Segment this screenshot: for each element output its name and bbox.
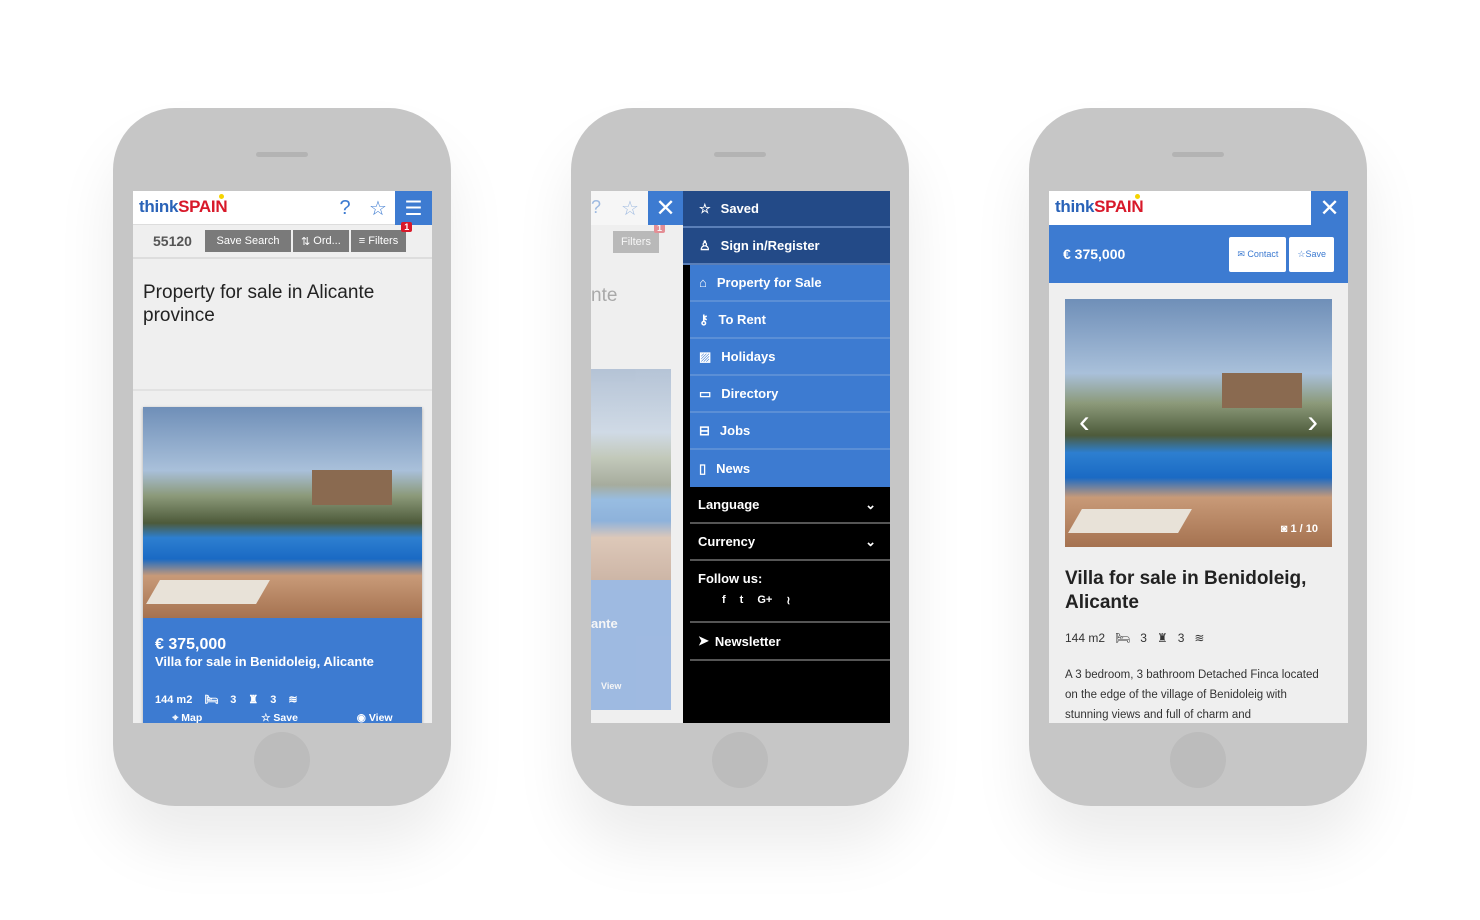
chevron-down-icon: ⌄ — [865, 496, 876, 512]
speaker — [256, 152, 308, 157]
folder-icon: ▭ — [699, 385, 712, 401]
menu-item-sign-in[interactable]: ♙ Sign in/Register — [683, 228, 890, 265]
star-icon: ☆ — [1297, 248, 1306, 259]
filters-button: Filters 1 — [613, 223, 665, 253]
phone-menu: ? ☆ Filters 1 nte ante View ✕ ☆ Saved ♙ Sign… — [571, 108, 909, 806]
eye-icon: ◉ — [356, 712, 369, 723]
nav-menu: ☆ Saved ♙ Sign in/Register ⌂ Property for S… — [683, 191, 890, 723]
menu-item-news[interactable]: ▯ News — [690, 450, 890, 487]
follow-us: Follow us: f t G+ ≀ — [690, 561, 890, 623]
contact-button[interactable]: ✉ Contact — [1229, 236, 1287, 272]
currency-dropdown[interactable]: Currency ⌄ — [690, 524, 890, 561]
page-title: Property for sale in Alicante province — [133, 259, 432, 391]
filters-badge: 1 — [401, 222, 413, 232]
view-button[interactable]: ◉ View — [357, 712, 393, 723]
key-icon: ⚷ — [699, 311, 709, 327]
menu-item-property-for-sale[interactable]: ⌂ Property for Sale — [690, 265, 890, 302]
result-count: 55120 — [153, 233, 192, 249]
sliders-icon: ≡ — [358, 235, 369, 247]
help-icon[interactable]: ? — [328, 191, 362, 225]
bath-icon: ♜ — [1156, 631, 1168, 645]
menu-item-directory[interactable]: ▭ Directory — [690, 376, 890, 413]
card-price: € 375,000 — [155, 636, 227, 653]
menu-item-saved[interactable]: ☆ Saved — [683, 191, 890, 228]
price-bar: € 375,000 ✉ Contact ☆ Save — [1049, 225, 1348, 283]
next-arrow-icon[interactable]: › — [1307, 403, 1318, 440]
phone-detail: thinkSPAIN ✕ € 375,000 ✉ Contact ☆ Save ‹ … — [1029, 108, 1367, 806]
property-photo[interactable] — [143, 407, 422, 618]
order-button[interactable]: ⇅ Ord... — [293, 230, 349, 252]
phone-list: thinkSPAIN ? ☆ ☰ 55120 Save Search ⇅ Ord… — [113, 108, 451, 806]
chevron-down-icon: ⌄ — [865, 533, 876, 549]
star-icon[interactable]: ☆ — [361, 191, 395, 225]
document-icon: ▯ — [699, 460, 707, 476]
home-button — [254, 732, 310, 788]
bath-icon: ♜ — [248, 694, 259, 706]
paper-plane-icon: ➤ — [698, 633, 709, 648]
partial-title: nte — [591, 285, 618, 306]
facebook-icon[interactable]: f — [722, 594, 726, 607]
screen-list: thinkSPAIN ? ☆ ☰ 55120 Save Search ⇅ Ord… — [133, 191, 432, 723]
image-icon: ▨ — [699, 348, 712, 364]
dimmed-page: ? ☆ Filters 1 nte ante View — [591, 191, 683, 723]
logo[interactable]: thinkSPAIN — [1055, 194, 1144, 217]
house-icon: ⌂ — [699, 275, 707, 290]
property-photo — [591, 369, 671, 580]
detail-description: A 3 bedroom, 3 bathroom Detached Finca l… — [1065, 669, 1319, 721]
camera-icon: ◙ — [1280, 523, 1291, 535]
map-button[interactable]: ⌖ Map — [172, 712, 202, 723]
save-button[interactable]: ☆ Save — [1289, 236, 1334, 272]
menu-item-to-rent[interactable]: ⚷ To Rent — [690, 302, 890, 339]
close-menu-icon[interactable]: ✕ — [648, 191, 683, 225]
toolbar: 55120 Save Search ⇅ Ord... ≡ Filters 1 — [133, 222, 432, 259]
rss-icon[interactable]: ≀ — [786, 594, 790, 607]
bed-icon: 🛏 — [1115, 631, 1131, 645]
card-actions: ⌖ Map ☆ Save ◉ View — [143, 712, 422, 723]
sort-icon: ⇅ — [301, 235, 314, 248]
envelope-icon: ✉ — [1237, 248, 1248, 259]
home-button — [712, 732, 768, 788]
header: thinkSPAIN ✕ — [1049, 191, 1348, 225]
twitter-icon[interactable]: t — [740, 594, 744, 607]
hamburger-menu-icon[interactable]: ☰ — [395, 191, 432, 225]
speaker — [1172, 152, 1224, 157]
screen-detail: thinkSPAIN ✕ € 375,000 ✉ Contact ☆ Save ‹ … — [1049, 191, 1348, 723]
detail-price: € 375,000 — [1063, 246, 1126, 262]
screen-menu: ? ☆ Filters 1 nte ante View ✕ ☆ Saved ♙ Sign… — [591, 191, 890, 723]
logo[interactable]: thinkSPAIN — [139, 194, 228, 217]
google-plus-icon[interactable]: G+ — [757, 594, 772, 607]
newsletter-link[interactable]: ➤ Newsletter — [690, 623, 890, 661]
help-icon: ? — [591, 197, 602, 217]
language-dropdown[interactable]: Language ⌄ — [690, 487, 890, 524]
prev-arrow-icon[interactable]: ‹ — [1079, 403, 1090, 440]
pool-icon: ≋ — [1194, 631, 1205, 645]
star-icon: ☆ — [621, 198, 639, 220]
user-icon: ♙ — [699, 237, 711, 253]
bed-icon: 🛏 — [204, 694, 219, 706]
briefcase-icon: ⊟ — [699, 422, 710, 438]
pool-icon: ≋ — [288, 694, 298, 706]
detail-features: 144 m2 🛏 3 ♜ 3 ≋ — [1065, 631, 1205, 645]
header: thinkSPAIN ? ☆ ☰ — [133, 191, 432, 225]
card-title[interactable]: Villa for sale in Benidoleig, Alicante — [143, 654, 422, 669]
detail-title: Villa for sale in Benidoleig, Alicante — [1065, 568, 1307, 613]
star-icon: ☆ — [261, 712, 274, 723]
photo-gallery[interactable]: ‹ › ◙ 1 / 10 — [1065, 299, 1332, 547]
save-search-button[interactable]: Save Search — [205, 230, 291, 252]
home-button — [1170, 732, 1226, 788]
speaker — [714, 152, 766, 157]
menu-item-jobs[interactable]: ⊟ Jobs — [690, 413, 890, 450]
filters-button[interactable]: ≡ Filters 1 — [350, 222, 413, 252]
save-button[interactable]: ☆ Save — [261, 712, 298, 723]
card-features: 144 m2 🛏 3 ♜ 3 ≋ — [155, 693, 298, 707]
photo-counter: ◙ 1 / 10 — [1280, 523, 1318, 535]
menu-item-holidays[interactable]: ▨ Holidays — [690, 339, 890, 376]
star-icon: ☆ — [699, 200, 711, 216]
close-icon[interactable]: ✕ — [1311, 191, 1348, 225]
pin-icon: ⌖ — [172, 712, 182, 723]
property-card[interactable]: € 375,000 Villa for sale in Benidoleig, … — [143, 407, 422, 723]
